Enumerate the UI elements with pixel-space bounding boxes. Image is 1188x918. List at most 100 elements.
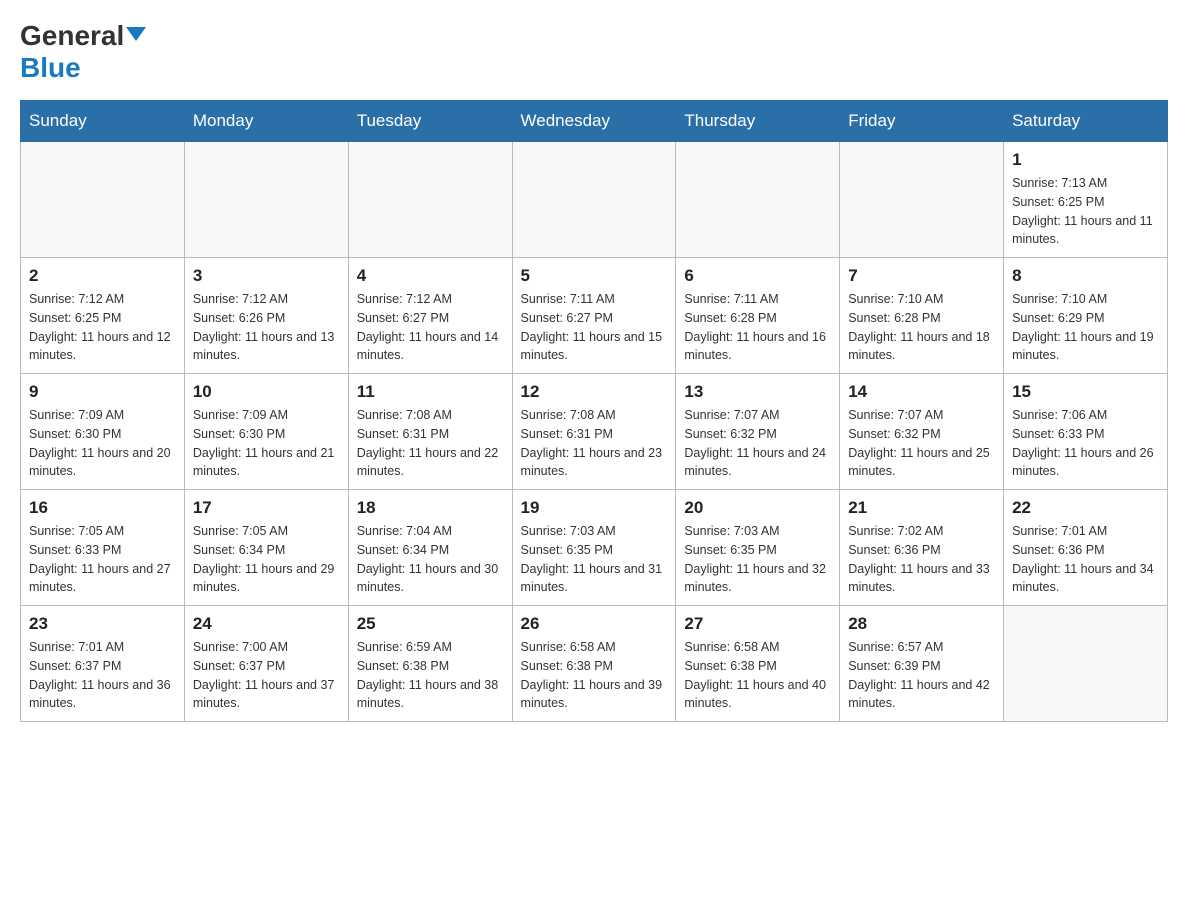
- day-number: 25: [357, 614, 504, 634]
- day-number: 11: [357, 382, 504, 402]
- day-number: 4: [357, 266, 504, 286]
- logo-general: General: [20, 20, 124, 51]
- day-number: 16: [29, 498, 176, 518]
- day-number: 8: [1012, 266, 1159, 286]
- weekday-header-monday: Monday: [184, 101, 348, 142]
- calendar-cell: 23 Sunrise: 7:01 AM Sunset: 6:37 PM Dayli…: [21, 606, 185, 722]
- calendar-cell: 10 Sunrise: 7:09 AM Sunset: 6:30 PM Dayli…: [184, 374, 348, 490]
- calendar-cell: 25 Sunrise: 6:59 AM Sunset: 6:38 PM Dayli…: [348, 606, 512, 722]
- day-number: 14: [848, 382, 995, 402]
- day-info: Sunrise: 7:13 AM Sunset: 6:25 PM Dayligh…: [1012, 174, 1159, 249]
- calendar-cell: [512, 142, 676, 258]
- calendar-cell: 13 Sunrise: 7:07 AM Sunset: 6:32 PM Dayli…: [676, 374, 840, 490]
- day-number: 5: [521, 266, 668, 286]
- calendar-cell: 21 Sunrise: 7:02 AM Sunset: 6:36 PM Dayli…: [840, 490, 1004, 606]
- day-number: 12: [521, 382, 668, 402]
- week-row-5: 23 Sunrise: 7:01 AM Sunset: 6:37 PM Dayli…: [21, 606, 1168, 722]
- day-number: 20: [684, 498, 831, 518]
- page-header: General Blue: [20, 20, 1168, 84]
- day-number: 27: [684, 614, 831, 634]
- calendar-cell: [1004, 606, 1168, 722]
- day-info: Sunrise: 7:05 AM Sunset: 6:33 PM Dayligh…: [29, 522, 176, 597]
- day-info: Sunrise: 6:57 AM Sunset: 6:39 PM Dayligh…: [848, 638, 995, 713]
- day-info: Sunrise: 7:08 AM Sunset: 6:31 PM Dayligh…: [357, 406, 504, 481]
- day-info: Sunrise: 7:09 AM Sunset: 6:30 PM Dayligh…: [193, 406, 340, 481]
- week-row-4: 16 Sunrise: 7:05 AM Sunset: 6:33 PM Dayli…: [21, 490, 1168, 606]
- day-info: Sunrise: 7:03 AM Sunset: 6:35 PM Dayligh…: [521, 522, 668, 597]
- day-info: Sunrise: 6:58 AM Sunset: 6:38 PM Dayligh…: [521, 638, 668, 713]
- day-info: Sunrise: 6:59 AM Sunset: 6:38 PM Dayligh…: [357, 638, 504, 713]
- calendar-cell: 17 Sunrise: 7:05 AM Sunset: 6:34 PM Dayli…: [184, 490, 348, 606]
- day-number: 28: [848, 614, 995, 634]
- calendar-cell: 12 Sunrise: 7:08 AM Sunset: 6:31 PM Dayli…: [512, 374, 676, 490]
- day-info: Sunrise: 7:04 AM Sunset: 6:34 PM Dayligh…: [357, 522, 504, 597]
- day-number: 7: [848, 266, 995, 286]
- day-info: Sunrise: 7:10 AM Sunset: 6:29 PM Dayligh…: [1012, 290, 1159, 365]
- calendar-cell: [348, 142, 512, 258]
- day-number: 24: [193, 614, 340, 634]
- calendar-cell: [184, 142, 348, 258]
- calendar-cell: 19 Sunrise: 7:03 AM Sunset: 6:35 PM Dayli…: [512, 490, 676, 606]
- day-number: 22: [1012, 498, 1159, 518]
- day-info: Sunrise: 7:12 AM Sunset: 6:25 PM Dayligh…: [29, 290, 176, 365]
- day-number: 15: [1012, 382, 1159, 402]
- calendar-cell: 8 Sunrise: 7:10 AM Sunset: 6:29 PM Daylig…: [1004, 258, 1168, 374]
- day-info: Sunrise: 6:58 AM Sunset: 6:38 PM Dayligh…: [684, 638, 831, 713]
- day-info: Sunrise: 7:06 AM Sunset: 6:33 PM Dayligh…: [1012, 406, 1159, 481]
- weekday-header-saturday: Saturday: [1004, 101, 1168, 142]
- day-number: 13: [684, 382, 831, 402]
- day-number: 6: [684, 266, 831, 286]
- calendar-cell: 4 Sunrise: 7:12 AM Sunset: 6:27 PM Daylig…: [348, 258, 512, 374]
- week-row-1: 1 Sunrise: 7:13 AM Sunset: 6:25 PM Daylig…: [21, 142, 1168, 258]
- day-info: Sunrise: 7:12 AM Sunset: 6:26 PM Dayligh…: [193, 290, 340, 365]
- weekday-header-thursday: Thursday: [676, 101, 840, 142]
- calendar-cell: [21, 142, 185, 258]
- day-info: Sunrise: 7:00 AM Sunset: 6:37 PM Dayligh…: [193, 638, 340, 713]
- day-info: Sunrise: 7:07 AM Sunset: 6:32 PM Dayligh…: [848, 406, 995, 481]
- day-info: Sunrise: 7:01 AM Sunset: 6:37 PM Dayligh…: [29, 638, 176, 713]
- calendar-cell: 2 Sunrise: 7:12 AM Sunset: 6:25 PM Daylig…: [21, 258, 185, 374]
- day-number: 3: [193, 266, 340, 286]
- day-number: 26: [521, 614, 668, 634]
- day-number: 1: [1012, 150, 1159, 170]
- calendar-cell: 3 Sunrise: 7:12 AM Sunset: 6:26 PM Daylig…: [184, 258, 348, 374]
- calendar-cell: 7 Sunrise: 7:10 AM Sunset: 6:28 PM Daylig…: [840, 258, 1004, 374]
- calendar-cell: 27 Sunrise: 6:58 AM Sunset: 6:38 PM Dayli…: [676, 606, 840, 722]
- day-info: Sunrise: 7:02 AM Sunset: 6:36 PM Dayligh…: [848, 522, 995, 597]
- calendar-cell: 14 Sunrise: 7:07 AM Sunset: 6:32 PM Dayli…: [840, 374, 1004, 490]
- day-number: 17: [193, 498, 340, 518]
- day-number: 23: [29, 614, 176, 634]
- weekday-header-tuesday: Tuesday: [348, 101, 512, 142]
- weekday-header-wednesday: Wednesday: [512, 101, 676, 142]
- weekday-header-friday: Friday: [840, 101, 1004, 142]
- calendar-cell: 16 Sunrise: 7:05 AM Sunset: 6:33 PM Dayli…: [21, 490, 185, 606]
- logo-text: General Blue: [20, 20, 146, 84]
- calendar-cell: 18Sunrise: 7:04 AM Sunset: 6:34 PM Dayli…: [348, 490, 512, 606]
- day-info: Sunrise: 7:05 AM Sunset: 6:34 PM Dayligh…: [193, 522, 340, 597]
- calendar-cell: 20 Sunrise: 7:03 AM Sunset: 6:35 PM Dayli…: [676, 490, 840, 606]
- day-number: 21: [848, 498, 995, 518]
- day-info: Sunrise: 7:11 AM Sunset: 6:28 PM Dayligh…: [684, 290, 831, 365]
- day-number: 19: [521, 498, 668, 518]
- day-info: Sunrise: 7:03 AM Sunset: 6:35 PM Dayligh…: [684, 522, 831, 597]
- calendar-cell: 1 Sunrise: 7:13 AM Sunset: 6:25 PM Daylig…: [1004, 142, 1168, 258]
- calendar-cell: 6 Sunrise: 7:11 AM Sunset: 6:28 PM Daylig…: [676, 258, 840, 374]
- day-number: 9: [29, 382, 176, 402]
- calendar-cell: 24 Sunrise: 7:00 AM Sunset: 6:37 PM Dayli…: [184, 606, 348, 722]
- logo-triangle-icon: [126, 27, 146, 41]
- day-number: 2: [29, 266, 176, 286]
- calendar-cell: 5Sunrise: 7:11 AM Sunset: 6:27 PM Daylig…: [512, 258, 676, 374]
- calendar-cell: 15 Sunrise: 7:06 AM Sunset: 6:33 PM Dayli…: [1004, 374, 1168, 490]
- day-info: Sunrise: 7:12 AM Sunset: 6:27 PM Dayligh…: [357, 290, 504, 365]
- day-info: Sunrise: 7:09 AM Sunset: 6:30 PM Dayligh…: [29, 406, 176, 481]
- calendar-cell: [840, 142, 1004, 258]
- weekday-header-sunday: Sunday: [21, 101, 185, 142]
- day-number: 10: [193, 382, 340, 402]
- day-info: Sunrise: 7:10 AM Sunset: 6:28 PM Dayligh…: [848, 290, 995, 365]
- calendar-cell: 28 Sunrise: 6:57 AM Sunset: 6:39 PM Dayli…: [840, 606, 1004, 722]
- week-row-3: 9 Sunrise: 7:09 AM Sunset: 6:30 PM Daylig…: [21, 374, 1168, 490]
- logo: General Blue: [20, 20, 146, 84]
- day-info: Sunrise: 7:07 AM Sunset: 6:32 PM Dayligh…: [684, 406, 831, 481]
- calendar-cell: 11 Sunrise: 7:08 AM Sunset: 6:31 PM Dayli…: [348, 374, 512, 490]
- day-info: Sunrise: 7:08 AM Sunset: 6:31 PM Dayligh…: [521, 406, 668, 481]
